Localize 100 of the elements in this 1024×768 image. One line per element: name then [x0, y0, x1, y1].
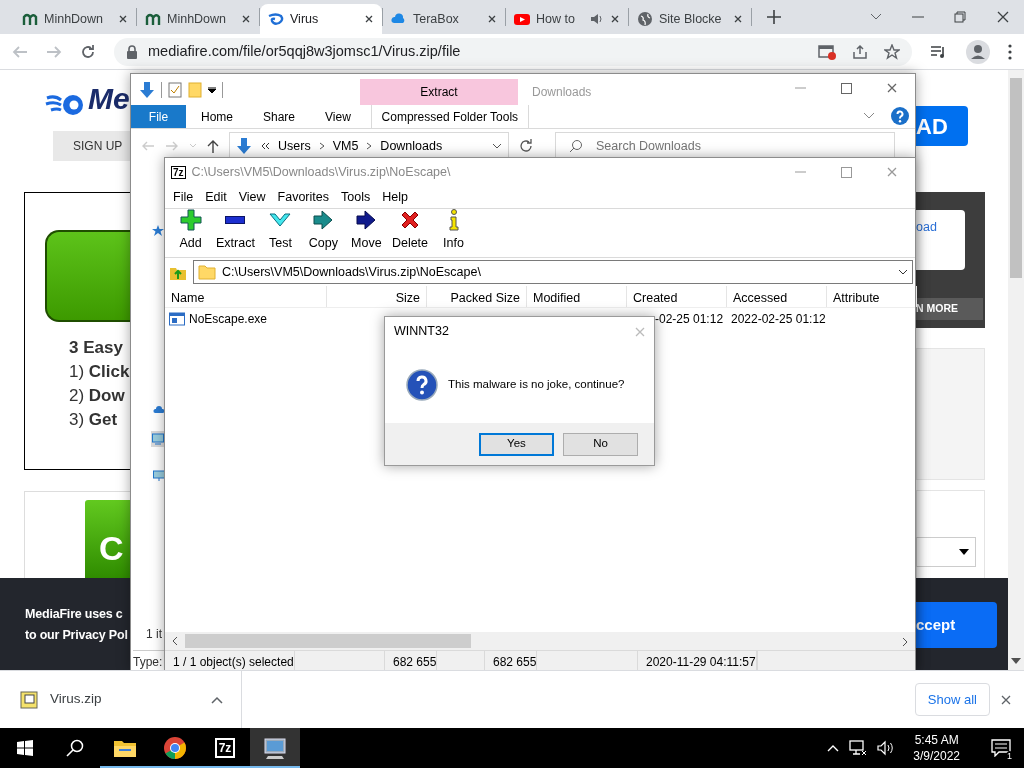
star-icon[interactable]: [152, 224, 164, 237]
download-banner[interactable]: [45, 230, 130, 322]
toolbar-button[interactable]: Extract: [212, 208, 259, 253]
address-bar[interactable]: mediafire.com/file/or5qqj8w3jomsc1/Virus.zip/file: [114, 37, 912, 66]
caret-icon[interactable]: [211, 695, 223, 704]
browser-tab[interactable]: MinhDown: [14, 4, 136, 34]
ribbon-tab[interactable]: Share: [248, 105, 311, 128]
window-title: C:\Users\VM5\Downloads\Virus.zip\NoEscape\: [191, 163, 451, 181]
notifications-button[interactable]: 1: [978, 728, 1024, 768]
scrollbar[interactable]: [1008, 70, 1024, 670]
download-icon[interactable]: [139, 80, 155, 99]
close-icon[interactable]: [886, 82, 898, 94]
folder-icon: [198, 264, 216, 280]
browser-tab[interactable]: Site Blocke: [629, 4, 751, 34]
help-icon[interactable]: [891, 107, 909, 125]
column-header[interactable]: Packed Size: [427, 286, 527, 307]
toolbar-button[interactable]: Test: [258, 208, 302, 253]
ribbon-tab[interactable]: Compressed Folder Tools: [370, 105, 529, 128]
scroll-down-icon[interactable]: [1011, 658, 1021, 664]
close-icon[interactable]: [241, 14, 251, 24]
menu-item[interactable]: View: [232, 187, 272, 207]
menu-item[interactable]: Favorites: [271, 187, 335, 207]
learn-more-button[interactable]: N MORE: [916, 298, 983, 320]
scroll-right-icon[interactable]: [901, 636, 909, 647]
scroll-left-icon[interactable]: [171, 636, 179, 646]
sign-up-button[interactable]: SIGN UP: [53, 131, 130, 161]
volume-icon[interactable]: [877, 740, 896, 756]
browser-tab[interactable]: Virus: [260, 4, 382, 34]
message-icon: [991, 739, 1011, 757]
network-icon[interactable]: [849, 740, 868, 756]
caret-up-icon[interactable]: [827, 744, 840, 752]
menu-item[interactable]: Tools: [335, 187, 377, 207]
menu-item[interactable]: File: [167, 187, 200, 207]
column-header[interactable]: Accessed: [727, 286, 827, 307]
maximize-icon[interactable]: [840, 166, 852, 178]
new-tab-icon[interactable]: [766, 9, 782, 25]
accept-button[interactable]: ccept: [916, 602, 997, 648]
dropdown-field[interactable]: [916, 537, 976, 567]
close-icon[interactable]: [487, 14, 497, 24]
monitor-icon[interactable]: [151, 430, 165, 447]
menu-icon[interactable]: [1008, 43, 1012, 60]
reload-icon[interactable]: [80, 43, 96, 60]
star-icon[interactable]: [884, 43, 900, 60]
column-header[interactable]: Attribute: [827, 286, 917, 307]
expand-icon[interactable]: [863, 112, 875, 120]
toolbar-button[interactable]: Add: [169, 208, 212, 253]
file-name[interactable]: NoEscape.exe: [189, 310, 268, 328]
horizontal-scrollbar[interactable]: [165, 632, 915, 650]
close-icon[interactable]: [996, 10, 1010, 24]
breadcrumb-item[interactable]: VM5: [332, 136, 359, 156]
dropdown-icon[interactable]: [898, 269, 908, 276]
menu-item[interactable]: Help: [376, 187, 414, 207]
scroll-thumb[interactable]: [1010, 78, 1022, 278]
breadcrumb-item[interactable]: Users: [278, 136, 311, 156]
properties-icon[interactable]: [168, 81, 182, 98]
dialog-button[interactable]: No: [563, 432, 638, 456]
browser-tab[interactable]: MinhDown: [137, 4, 259, 34]
search-field[interactable]: Search Downloads: [555, 132, 895, 160]
refresh-icon[interactable]: [519, 139, 533, 153]
column-header[interactable]: Created: [627, 286, 727, 307]
close-icon[interactable]: [364, 14, 374, 24]
close-icon[interactable]: [733, 14, 743, 24]
dialog-button[interactable]: Yes: [479, 432, 554, 456]
close-icon[interactable]: [1000, 693, 1012, 706]
close-icon[interactable]: [610, 14, 620, 24]
caret-icon[interactable]: [208, 86, 216, 93]
show-all-button[interactable]: Show all: [914, 682, 990, 717]
column-header[interactable]: Size: [327, 286, 427, 307]
maximize-icon[interactable]: [954, 11, 966, 23]
cloud-icon[interactable]: [153, 403, 165, 414]
dropdown-icon[interactable]: [492, 143, 502, 150]
blocked-popup-icon[interactable]: [818, 43, 836, 60]
side-link[interactable]: oad: [916, 210, 965, 270]
dialog-title: WINNT32: [394, 323, 449, 341]
ribbon-tab[interactable]: Home: [186, 105, 248, 128]
toolbar-button[interactable]: Copy: [301, 208, 345, 253]
browser-tab[interactable]: TeraBox: [383, 4, 505, 34]
toolbar-button[interactable]: Info: [432, 208, 476, 253]
ribbon-tab[interactable]: View: [310, 105, 366, 128]
taskbar-app[interactable]: 7z: [200, 728, 250, 768]
steps-heading: 3 Easy: [69, 337, 123, 359]
browser-tab[interactable]: How to: [506, 4, 628, 34]
maximize-icon[interactable]: [840, 82, 852, 94]
menu-item[interactable]: Edit: [199, 187, 233, 207]
column-header[interactable]: Name: [165, 286, 327, 307]
profile-icon[interactable]: [966, 39, 990, 64]
breadcrumb-item[interactable]: Downloads: [380, 136, 443, 156]
ribbon-context-tab[interactable]: Extract: [360, 79, 518, 105]
close-icon[interactable]: [118, 14, 128, 24]
toolbar-button[interactable]: Delete: [387, 208, 433, 253]
download-button[interactable]: AD: [916, 106, 968, 146]
up-icon[interactable]: [207, 139, 219, 153]
clock[interactable]: 5:45 AM 3/9/2022: [905, 732, 968, 764]
speaker-icon: [590, 12, 604, 26]
taskbar-app[interactable]: [250, 728, 300, 768]
toolbar-button[interactable]: Move: [344, 208, 388, 253]
ribbon-tab[interactable]: File: [131, 105, 186, 128]
column-header[interactable]: Modified: [527, 286, 627, 307]
share-icon[interactable]: [852, 43, 868, 60]
path-field[interactable]: C:\Users\VM5\Downloads\Virus.zip\NoEscape\: [193, 260, 913, 284]
